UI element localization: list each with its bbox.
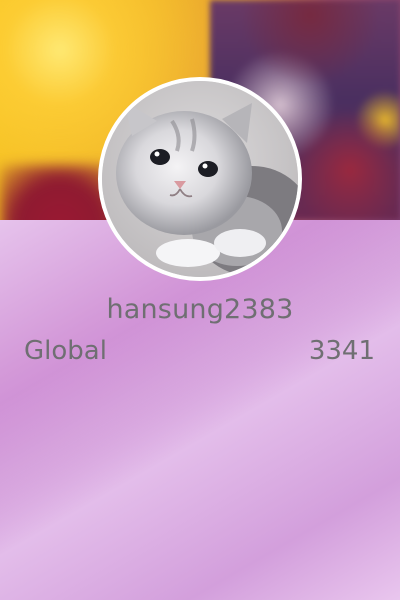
- kitten-avatar-icon: [102, 81, 298, 277]
- avatar[interactable]: [98, 77, 302, 281]
- rank-value: 3341: [308, 336, 375, 366]
- username: hansung2383: [106, 294, 294, 325]
- rank-label: Global: [24, 336, 107, 366]
